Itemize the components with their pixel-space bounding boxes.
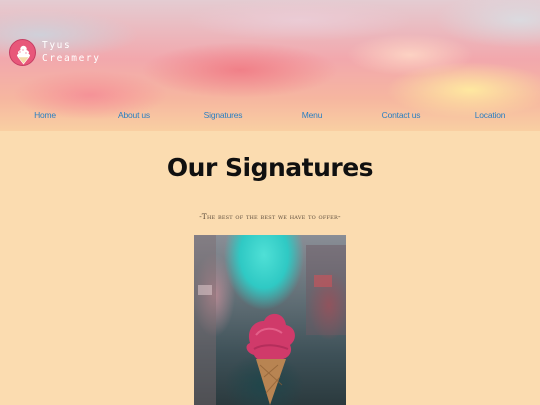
main-nav: Home About us Signatures Menu Contact us…: [0, 110, 540, 128]
nav-signatures[interactable]: Signatures: [204, 110, 243, 120]
nav-menu[interactable]: Menu: [302, 110, 323, 120]
nav-location[interactable]: Location: [475, 110, 506, 120]
page-subtitle: -The best of the best we have to offer-: [199, 212, 341, 221]
signature-ice-cream-photo: [194, 235, 346, 405]
brand-name-line2: Creamery: [42, 53, 101, 64]
nav-home[interactable]: Home: [34, 110, 56, 120]
ice-cream-cone-icon[interactable]: [9, 39, 36, 66]
brand-name[interactable]: Tyus Creamery: [42, 39, 101, 65]
nav-contact-us[interactable]: Contact us: [382, 110, 421, 120]
page-title: Our Signatures: [166, 153, 374, 182]
nav-about-us[interactable]: About us: [118, 110, 150, 120]
header-banner: Tyus Creamery Home About us Signatures M…: [0, 0, 540, 131]
brand-name-line1: Tyus: [42, 40, 72, 51]
